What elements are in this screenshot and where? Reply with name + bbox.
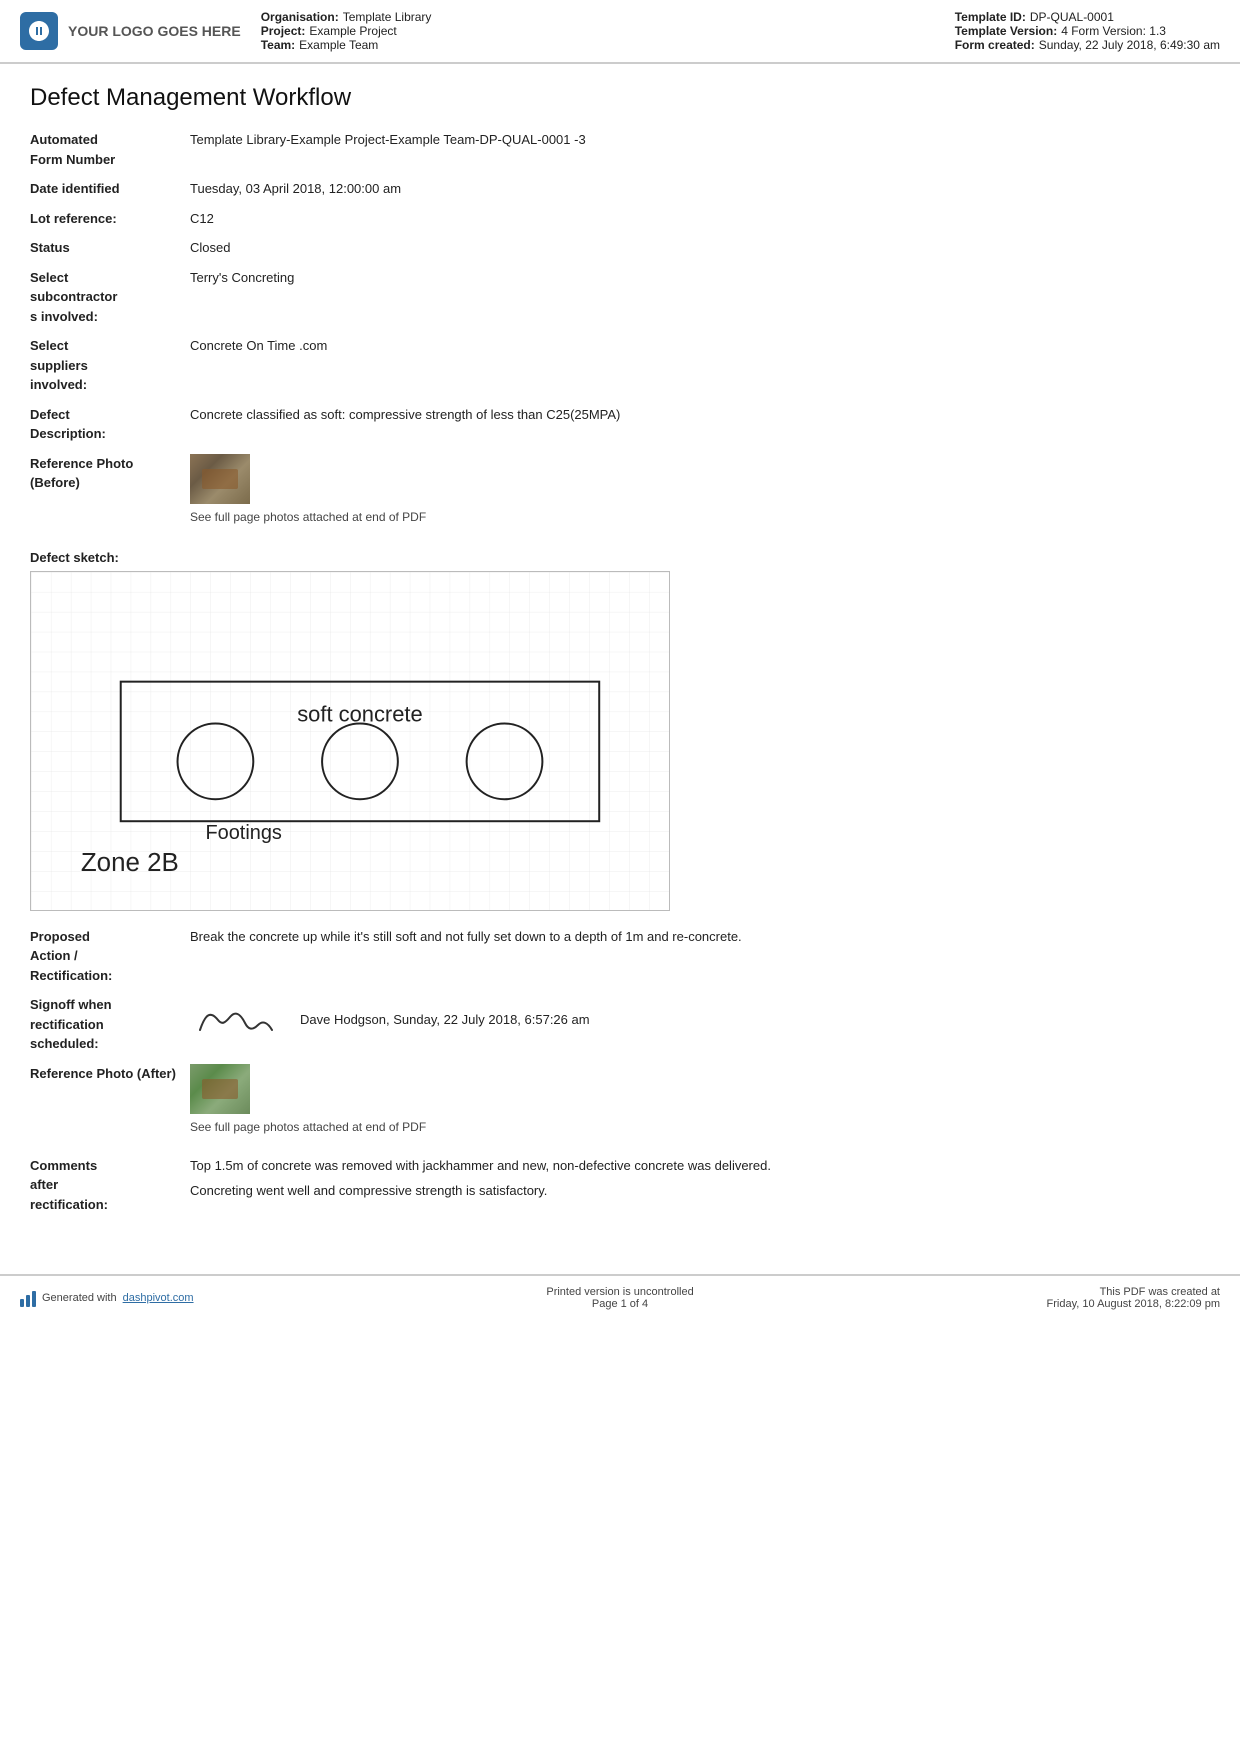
- defect-sketch-heading: Defect sketch:: [30, 550, 1210, 565]
- field-lot-reference: Lot reference: C12: [30, 209, 1210, 229]
- svg-text:soft concrete: soft concrete: [297, 701, 423, 726]
- signature-area: Dave Hodgson, Sunday, 22 July 2018, 6:57…: [190, 995, 1210, 1045]
- logo-text: YOUR LOGO GOES HERE: [68, 23, 241, 39]
- template-id-value: DP-QUAL-0001: [1030, 10, 1114, 24]
- footer-center-line1: Printed version is uncontrolled: [546, 1286, 693, 1298]
- footer-logo-section: Generated with dashpivot.com: [20, 1289, 194, 1307]
- org-label: Organisation:: [261, 10, 339, 24]
- project-label: Project:: [261, 24, 306, 38]
- field-label-lot-reference: Lot reference:: [30, 209, 190, 229]
- field-label-defect-description: DefectDescription:: [30, 405, 190, 444]
- field-date-identified: Date identified Tuesday, 03 April 2018, …: [30, 179, 1210, 199]
- footer-right-line2: Friday, 10 August 2018, 8:22:09 pm: [1047, 1298, 1220, 1310]
- page-footer: Generated with dashpivot.com Printed ver…: [0, 1274, 1240, 1320]
- template-id-label: Template ID:: [955, 10, 1026, 24]
- field-reference-photo-after: Reference Photo (After) See full page ph…: [30, 1064, 1210, 1146]
- field-label-automated-form-number: AutomatedForm Number: [30, 130, 190, 169]
- field-value-signoff: Dave Hodgson, Sunday, 22 July 2018, 6:57…: [190, 995, 1210, 1051]
- page-header: YOUR LOGO GOES HERE Organisation: Templa…: [0, 0, 1240, 64]
- footer-right: This PDF was created at Friday, 10 Augus…: [1047, 1286, 1220, 1310]
- field-label-select-subcontractors: Selectsubcontractors involved:: [30, 268, 190, 327]
- field-value-reference-photo-before: See full page photos attached at end of …: [190, 454, 1210, 536]
- field-value-reference-photo-after: See full page photos attached at end of …: [190, 1064, 1210, 1146]
- field-value-select-subcontractors: Terry's Concreting: [190, 268, 1210, 288]
- field-label-reference-photo-before: Reference Photo (Before): [30, 454, 190, 493]
- field-label-date-identified: Date identified: [30, 179, 190, 199]
- field-label-signoff: Signoff whenrectificationscheduled:: [30, 995, 190, 1054]
- photo-before-caption: See full page photos attached at end of …: [190, 508, 1210, 526]
- field-select-subcontractors: Selectsubcontractors involved: Terry's C…: [30, 268, 1210, 327]
- template-version-label: Template Version:: [955, 24, 1057, 38]
- photo-after-thumbnail: [190, 1064, 250, 1114]
- org-value: Template Library: [343, 10, 432, 24]
- footer-center-line2: Page 1 of 4: [546, 1298, 693, 1310]
- footer-right-line1: This PDF was created at: [1047, 1286, 1220, 1298]
- form-version-label: Form Version:: [1071, 24, 1146, 38]
- footer-generated-text: Generated with: [42, 1292, 117, 1304]
- field-automated-form-number: AutomatedForm Number Template Library-Ex…: [30, 130, 1210, 169]
- svg-text:Footings: Footings: [205, 822, 281, 844]
- photo-after-image: [190, 1064, 250, 1114]
- field-value-proposed-action: Break the concrete up while it's still s…: [190, 927, 1210, 947]
- header-meta-right: Template ID: DP-QUAL-0001 Template Versi…: [955, 10, 1220, 52]
- photo-after-caption: See full page photos attached at end of …: [190, 1118, 1210, 1136]
- defect-sketch-area: soft concrete Footings Zone 2B: [30, 571, 670, 911]
- photo-before-image: [190, 454, 250, 504]
- field-proposed-action: ProposedAction /Rectification: Break the…: [30, 927, 1210, 986]
- logo-icon: [20, 12, 58, 50]
- field-value-automated-form-number: Template Library-Example Project-Example…: [190, 130, 1210, 150]
- header-meta-left: Organisation: Template Library Project: …: [261, 10, 935, 52]
- field-label-comments: Commentsafterrectification:: [30, 1156, 190, 1215]
- comments-line-1: Top 1.5m of concrete was removed with ja…: [190, 1156, 1210, 1176]
- team-value: Example Team: [299, 38, 378, 52]
- template-version-value: 4 Form Version: 1.3: [1061, 24, 1166, 38]
- main-content: Defect Management Workflow AutomatedForm…: [0, 64, 1240, 1244]
- field-value-defect-description: Concrete classified as soft: compressive…: [190, 405, 1210, 425]
- field-label-select-suppliers: Selectsuppliersinvolved:: [30, 336, 190, 395]
- comments-line-2: Concreting went well and compressive str…: [190, 1181, 1210, 1201]
- field-value-comments: Top 1.5m of concrete was removed with ja…: [190, 1156, 1210, 1201]
- field-value-lot-reference: C12: [190, 209, 1210, 229]
- form-created-label: Form created:: [955, 38, 1035, 52]
- field-defect-description: DefectDescription: Concrete classified a…: [30, 405, 1210, 444]
- field-reference-photo-before: Reference Photo (Before) See full page p…: [30, 454, 1210, 536]
- team-label: Team:: [261, 38, 295, 52]
- field-select-suppliers: Selectsuppliersinvolved: Concrete On Tim…: [30, 336, 1210, 395]
- svg-text:Zone 2B: Zone 2B: [81, 849, 179, 877]
- signature-image: [190, 995, 280, 1045]
- footer-logo-bars: [20, 1289, 36, 1307]
- field-status: Status Closed: [30, 238, 1210, 258]
- footer-center: Printed version is uncontrolled Page 1 o…: [546, 1286, 693, 1310]
- field-label-proposed-action: ProposedAction /Rectification:: [30, 927, 190, 986]
- field-label-reference-photo-after: Reference Photo (After): [30, 1064, 190, 1084]
- footer-link[interactable]: dashpivot.com: [123, 1292, 194, 1304]
- form-created-value: Sunday, 22 July 2018, 6:49:30 am: [1039, 38, 1220, 52]
- signature-svg: [190, 995, 280, 1045]
- document-title: Defect Management Workflow: [30, 84, 1210, 112]
- signoff-person: Dave Hodgson, Sunday, 22 July 2018, 6:57…: [300, 1010, 590, 1030]
- photo-before-thumbnail: [190, 454, 250, 504]
- field-value-select-suppliers: Concrete On Time .com: [190, 336, 1210, 356]
- field-value-date-identified: Tuesday, 03 April 2018, 12:00:00 am: [190, 179, 1210, 199]
- field-signoff: Signoff whenrectificationscheduled: Dave…: [30, 995, 1210, 1054]
- logo-section: YOUR LOGO GOES HERE: [20, 10, 241, 52]
- logo-svg: [27, 19, 51, 43]
- field-value-status: Closed: [190, 238, 1210, 258]
- field-label-status: Status: [30, 238, 190, 258]
- field-comments: Commentsafterrectification: Top 1.5m of …: [30, 1156, 1210, 1215]
- sketch-grid-svg: soft concrete Footings Zone 2B: [31, 572, 669, 911]
- project-value: Example Project: [309, 24, 396, 38]
